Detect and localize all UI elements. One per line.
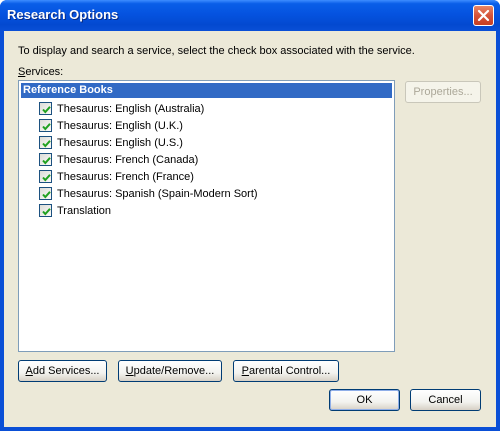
list-item-label: Thesaurus: French (France): [57, 171, 194, 183]
update-remove-label: pdate/Remove...: [133, 365, 215, 377]
service-checkbox[interactable]: [39, 136, 52, 149]
parental-control-button[interactable]: Parental Control...: [233, 360, 339, 382]
properties-button[interactable]: Properties...: [405, 81, 481, 103]
list-item-label: Thesaurus: French (Canada): [57, 154, 199, 166]
service-checkbox[interactable]: [39, 170, 52, 183]
add-services-button[interactable]: Add Services...: [18, 360, 107, 382]
properties-button-label: Properties...: [413, 86, 473, 98]
service-checkbox[interactable]: [39, 187, 52, 200]
service-checkbox[interactable]: [39, 204, 52, 217]
service-checkbox[interactable]: [39, 102, 52, 115]
service-checkbox[interactable]: [39, 119, 52, 132]
group-header-reference-books[interactable]: Reference Books: [21, 83, 392, 98]
cancel-button-label: Cancel: [428, 394, 463, 406]
services-label-rest: ervices:: [25, 66, 64, 78]
window-title: Research Options: [7, 7, 119, 22]
parental-control-mnemonic: P: [241, 365, 249, 377]
ok-button-label: OK: [356, 394, 373, 406]
instructions-text: To display and search a service, select …: [18, 45, 415, 57]
dialog-client-area: To display and search a service, select …: [4, 31, 496, 427]
list-item-label: Thesaurus: Spanish (Spain-Modern Sort): [57, 188, 258, 200]
update-remove-mnemonic: U: [125, 365, 134, 377]
list-item-label: Thesaurus: English (U.S.): [57, 137, 183, 149]
title-bar[interactable]: Research Options: [0, 0, 500, 31]
service-checkbox[interactable]: [39, 153, 52, 166]
close-button[interactable]: [473, 5, 494, 26]
parental-control-label: arental Control...: [249, 365, 331, 377]
services-label: Services:: [18, 66, 63, 78]
list-item-label: Thesaurus: English (U.K.): [57, 120, 183, 132]
list-item-label: Translation: [57, 205, 112, 217]
add-services-label: dd Services...: [32, 365, 100, 377]
dialog-window: Research Options To display and search a…: [0, 0, 500, 431]
add-services-mnemonic: A: [25, 365, 33, 377]
ok-button[interactable]: OK: [329, 389, 400, 411]
update-remove-button[interactable]: Update/Remove...: [118, 360, 222, 382]
list-item-label: Thesaurus: English (Australia): [57, 103, 205, 115]
services-listbox[interactable]: Reference Books Thesaurus: English (Aust…: [18, 80, 395, 352]
cancel-button[interactable]: Cancel: [410, 389, 481, 411]
